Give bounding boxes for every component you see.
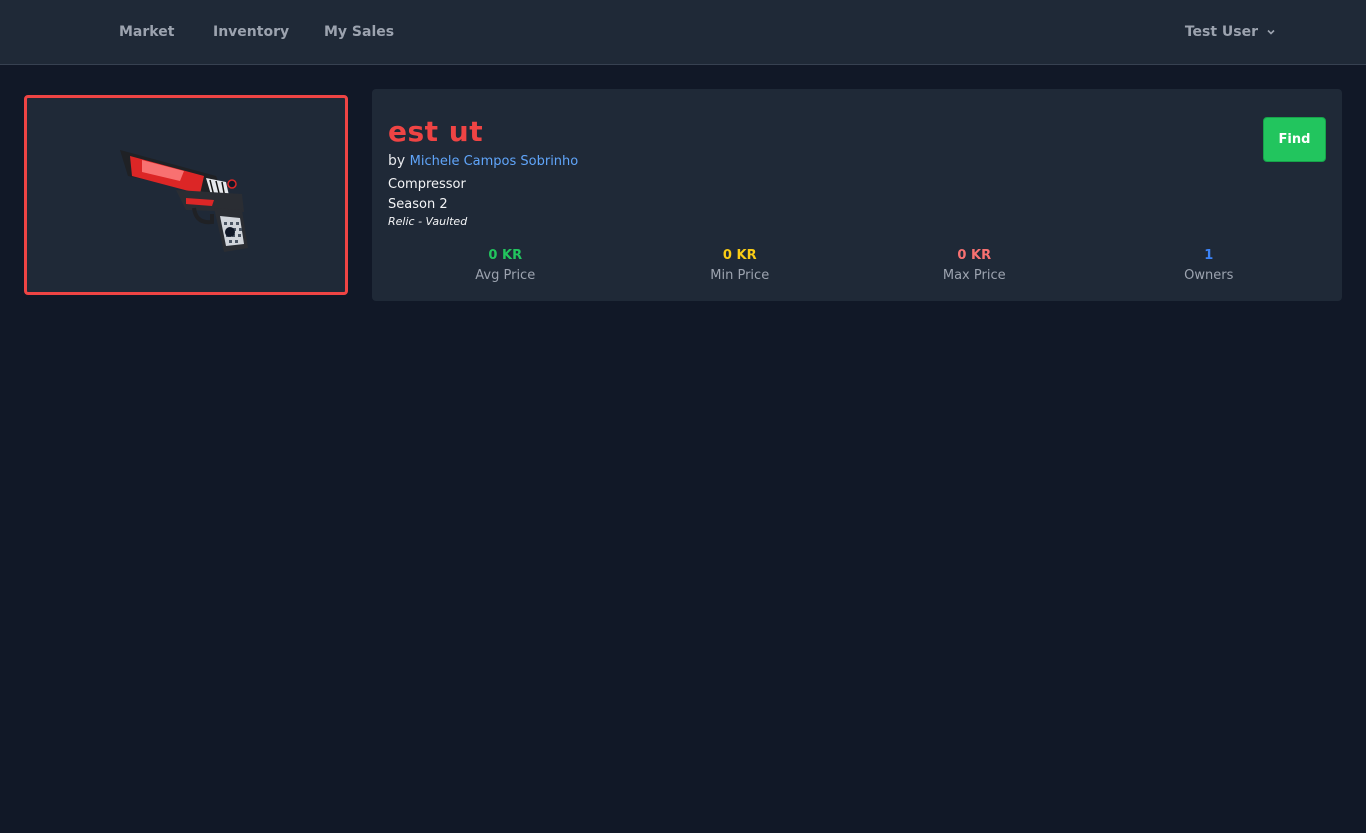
stat-value: 0 KR xyxy=(957,248,992,263)
user-menu[interactable]: Test User xyxy=(1185,24,1276,40)
item-rarity: Relic - Vaulted xyxy=(388,215,468,228)
stat-label: Min Price xyxy=(710,268,770,283)
item-season: Season 2 xyxy=(388,197,448,212)
stat-avg-price: 0 KR Avg Price xyxy=(388,247,623,287)
author-link[interactable]: Michele Campos Sobrinho xyxy=(410,154,579,169)
nav-link-inventory[interactable]: Inventory xyxy=(213,24,289,40)
item-image-card[interactable] xyxy=(24,95,348,295)
user-name: Test User xyxy=(1184,24,1258,40)
top-navbar: Market Inventory My Sales Test User xyxy=(0,0,1366,65)
find-button[interactable]: Find xyxy=(1263,117,1326,162)
chevron-down-icon xyxy=(1267,29,1275,35)
stat-max-price: 0 KR Max Price xyxy=(857,247,1092,287)
stat-value: 0 KR xyxy=(722,248,757,263)
stat-label: Owners xyxy=(1184,268,1234,283)
item-type: Compressor xyxy=(388,177,466,192)
pistol-icon xyxy=(120,150,248,252)
stat-value: 0 KR xyxy=(488,248,523,263)
by-prefix: by xyxy=(388,153,406,169)
item-title: est ut xyxy=(388,115,484,148)
author-line: by Michele Campos Sobrinho xyxy=(388,153,578,169)
stat-owners: 1 Owners xyxy=(1092,247,1327,287)
stat-min-price: 0 KR Min Price xyxy=(623,247,858,287)
nav-link-my-sales[interactable]: My Sales xyxy=(324,24,394,40)
item-info-card: est ut by Michele Campos Sobrinho Compre… xyxy=(372,89,1342,301)
price-stats: 0 KR Avg Price 0 KR Min Price 0 KR Max P… xyxy=(388,247,1326,287)
nav-link-market[interactable]: Market xyxy=(119,24,174,40)
stat-value: 1 xyxy=(1204,248,1214,263)
stat-label: Max Price xyxy=(942,268,1006,283)
stat-label: Avg Price xyxy=(475,268,536,283)
